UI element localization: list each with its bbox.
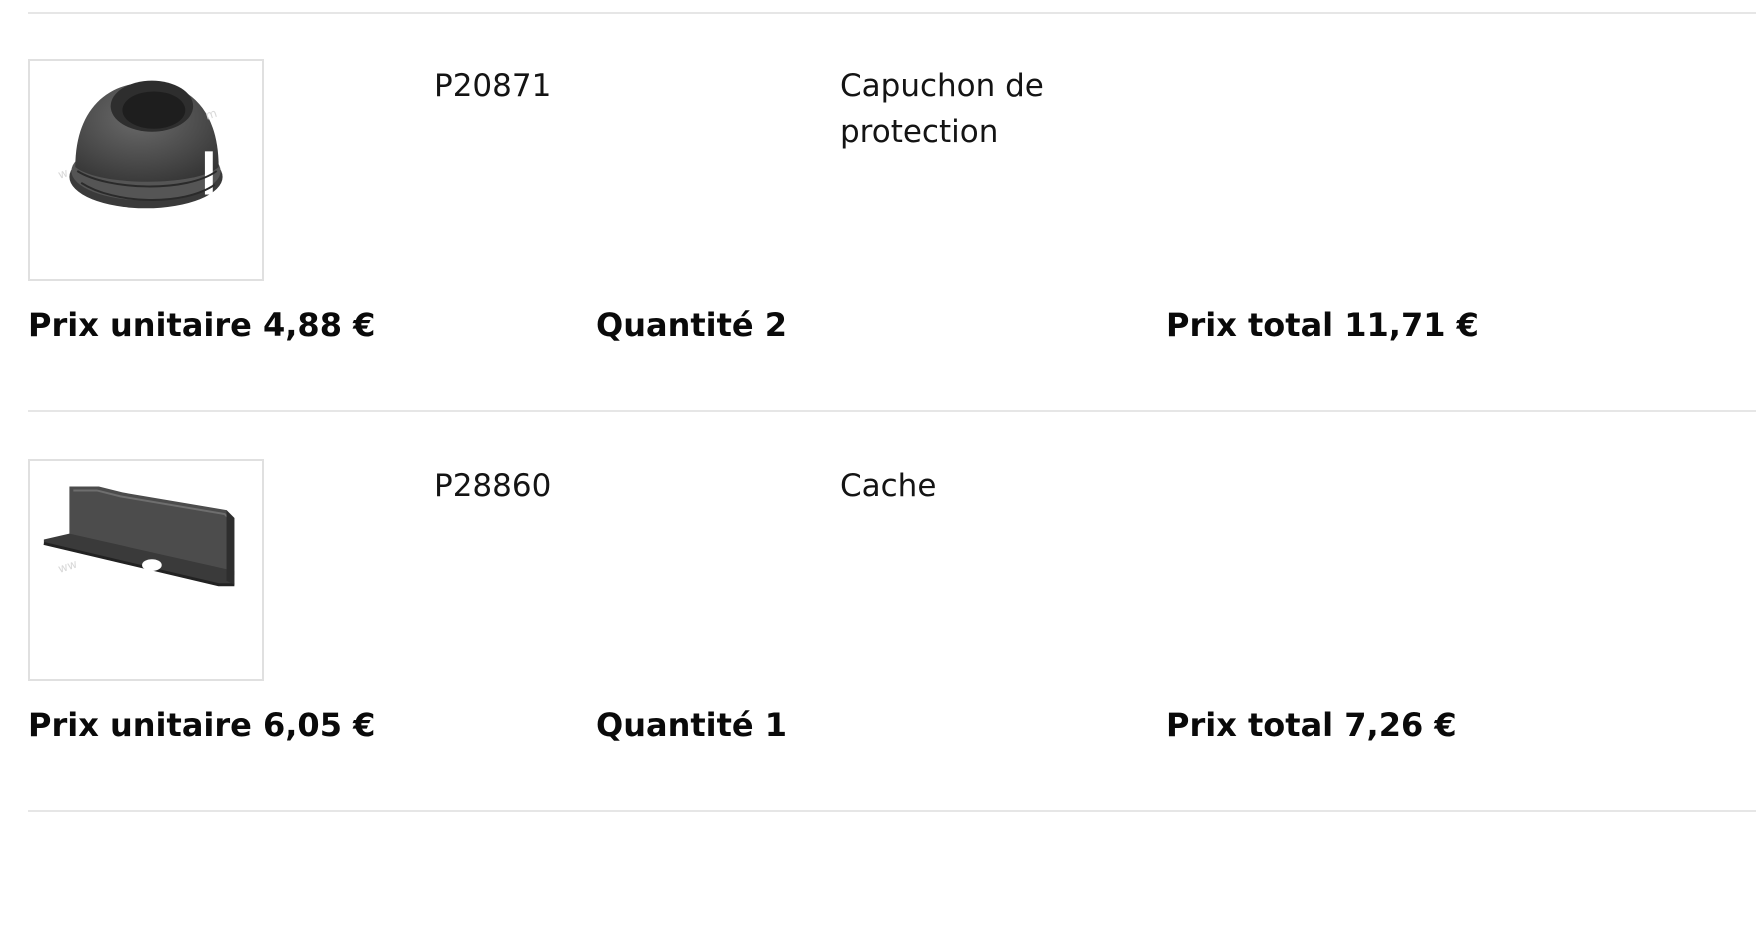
svg-text:ww: ww xyxy=(56,556,79,575)
unit-price: Prix unitaire 6,05 € xyxy=(28,706,376,744)
quantity: Quantité 2 xyxy=(596,306,788,344)
product-reference: P28860 xyxy=(434,468,552,504)
product-image[interactable]: ww xyxy=(28,459,264,681)
product-reference: P20871 xyxy=(434,68,552,104)
total-price: Prix total 7,26 € xyxy=(1166,706,1457,744)
total-price: Prix total 11,71 € xyxy=(1166,306,1479,344)
unit-price: Prix unitaire 4,88 € xyxy=(28,306,376,344)
product-image[interactable]: w m xyxy=(28,59,264,281)
product-description: Cache xyxy=(840,468,937,504)
quantity: Quantité 1 xyxy=(596,706,788,744)
top-divider xyxy=(28,12,1756,14)
protective-cap-image: w m xyxy=(56,80,223,209)
bottom-divider xyxy=(28,810,1756,812)
cover-plate-image: ww xyxy=(43,486,235,587)
svg-text:w: w xyxy=(56,165,70,181)
item-divider xyxy=(28,410,1756,412)
product-description: Capuchon de protection xyxy=(840,68,1044,150)
